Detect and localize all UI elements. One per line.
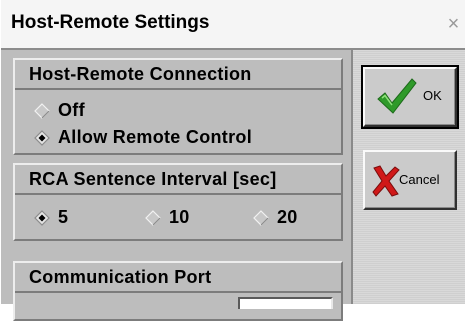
checkmark-icon [375, 75, 419, 124]
radio-interval-10[interactable]: 10 [145, 207, 190, 228]
radio-selected-icon [34, 129, 50, 146]
settings-panel: Host-Remote Connection Off Allow Remote … [1, 50, 353, 321]
cancel-button[interactable]: Cancel [363, 150, 457, 210]
group-header: RCA Sentence Interval [sec] [15, 165, 341, 195]
ok-label: OK [423, 88, 442, 103]
radio-unselected-icon [145, 209, 161, 226]
radio-label: 10 [169, 207, 190, 227]
close-icon: × [447, 13, 460, 35]
radio-interval-20[interactable]: 20 [253, 207, 298, 228]
group-title: Host-Remote Connection [29, 64, 252, 84]
radio-unselected-icon [253, 209, 269, 226]
cancel-label: Cancel [399, 172, 440, 187]
host-remote-connection-group: Host-Remote Connection Off Allow Remote … [13, 58, 343, 155]
rca-sentence-interval-group: RCA Sentence Interval [sec] 5 10 20 [13, 163, 343, 241]
group-title: Communication Port [29, 267, 212, 287]
host-remote-settings-dialog: Host-Remote Settings × Host-Remote Conne… [0, 0, 465, 321]
communication-port-field[interactable] [238, 297, 333, 309]
group-title: RCA Sentence Interval [sec] [29, 169, 277, 189]
radio-interval-5[interactable]: 5 [34, 207, 68, 228]
radio-off[interactable]: Off [34, 100, 85, 121]
x-mark-icon [371, 164, 401, 203]
radio-label: 20 [277, 207, 298, 227]
group-header: Communication Port [15, 263, 341, 293]
title-bar[interactable]: Host-Remote Settings × [1, 0, 465, 50]
radio-label: Off [58, 100, 85, 120]
group-header: Host-Remote Connection [15, 60, 341, 90]
radio-label: 5 [58, 207, 69, 227]
window-title: Host-Remote Settings [11, 12, 210, 33]
radio-allow-remote-control[interactable]: Allow Remote Control [34, 127, 252, 148]
close-button[interactable]: × [441, 8, 465, 40]
radio-selected-icon [34, 209, 50, 226]
ok-button[interactable]: OK [361, 65, 459, 129]
communication-port-group: Communication Port [13, 261, 343, 321]
radio-unselected-icon [34, 102, 50, 119]
radio-label: Allow Remote Control [58, 127, 252, 147]
